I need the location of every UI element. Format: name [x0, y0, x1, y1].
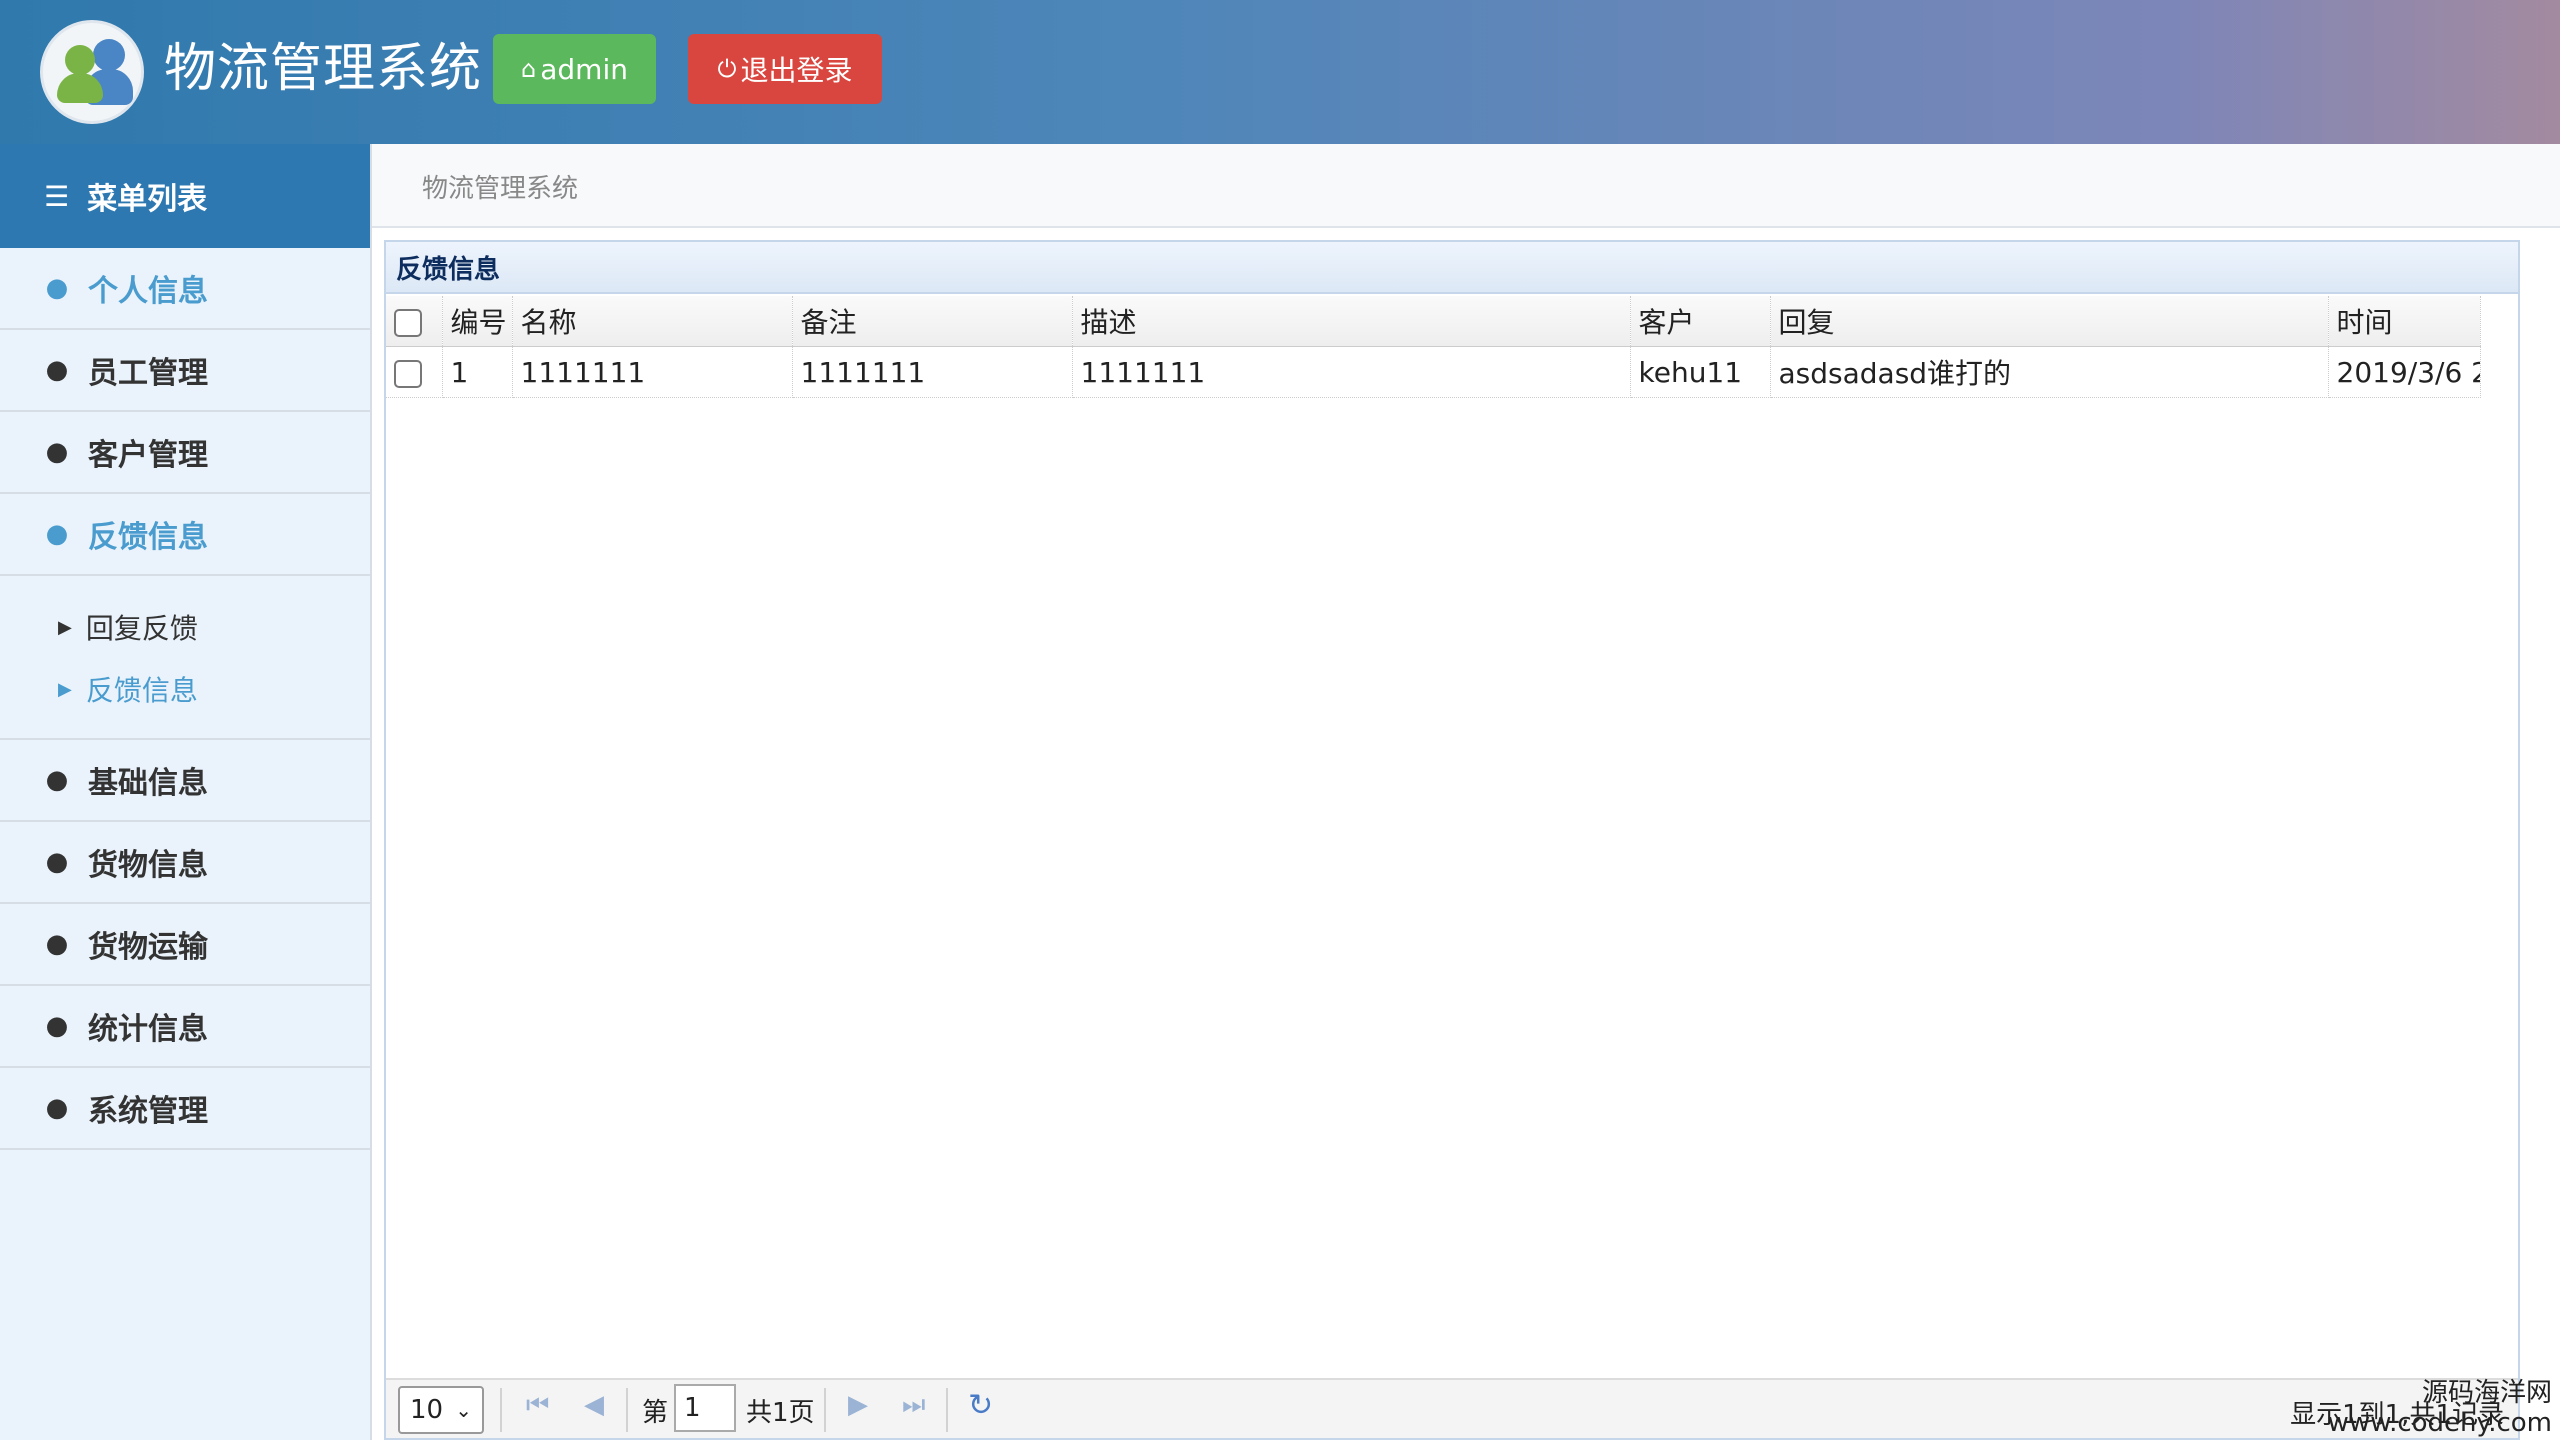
feedback-panel: 反馈信息 编号 名称 备注 描述 客户 回复 时间 1 1111111 1111… — [384, 240, 2520, 1440]
table-row[interactable]: 1 1111111 1111111 1111111 kehu11 asdsada… — [386, 346, 2481, 398]
caret-right-icon: ▶ — [58, 678, 72, 700]
row-checkbox[interactable] — [394, 359, 422, 388]
app-logo — [40, 20, 144, 124]
user-icon: ● — [45, 847, 69, 877]
prev-page-icon[interactable]: ◀ — [584, 1390, 604, 1420]
home-icon: ⌂ — [521, 55, 537, 83]
column-header[interactable]: 名称 — [512, 296, 793, 347]
sidebar-item-label: 统计信息 — [88, 1012, 208, 1047]
submenu-item-reply-feedback[interactable]: ▶ 回复反馈 — [0, 596, 370, 658]
menu-heading: ☰ 菜单列表 — [0, 144, 370, 248]
sidebar-item-customers[interactable]: ● 客户管理 — [0, 412, 370, 494]
sidebar-item-label: 系统管理 — [88, 1094, 208, 1129]
sidebar-item-employees[interactable]: ● 员工管理 — [0, 330, 370, 412]
column-header[interactable]: 描述 — [1072, 296, 1631, 347]
sidebar-item-label: 基础信息 — [88, 766, 208, 801]
page-number-value: 1 — [684, 1393, 701, 1423]
pager-divider — [824, 1388, 826, 1432]
menu-heading-label: 菜单列表 — [87, 182, 208, 217]
app-title: 物流管理系统 — [164, 39, 483, 99]
refresh-icon[interactable]: ↻ — [968, 1388, 993, 1423]
sidebar-item-label: 货物运输 — [88, 930, 208, 965]
panel-title: 反馈信息 — [386, 242, 2518, 294]
watermark-line-2: www.codehy.com — [2327, 1408, 2552, 1438]
user-icon: ● — [45, 929, 69, 959]
user-icon: ● — [45, 765, 69, 795]
sidebar-item-label: 客户管理 — [88, 438, 208, 473]
table-cell: 1111111 — [1072, 346, 1631, 398]
last-page-icon[interactable]: ⏭ — [902, 1390, 925, 1421]
page-total: 共1页 — [746, 1398, 815, 1428]
chevron-down-icon: ⌄ — [455, 1398, 472, 1422]
select-all-checkbox[interactable] — [394, 308, 422, 337]
table-cell: 1 — [442, 346, 513, 398]
table-cell: 2019/3/6 22 — [2328, 346, 2481, 398]
sidebar-item-label: 反馈信息 — [88, 520, 208, 555]
breadcrumb-bar: 物流管理系统 — [372, 144, 2560, 228]
submenu-item-label: 回复反馈 — [85, 612, 198, 645]
table-cell: asdsadasd谁打的 — [1770, 346, 2329, 398]
feedback-submenu: ▶ 回复反馈 ▶ 反馈信息 — [0, 576, 370, 740]
admin-button[interactable]: ⌂ admin — [493, 34, 656, 104]
watermark-line-1: 源码海洋网 — [2421, 1378, 2552, 1408]
page-size-value: 10 — [410, 1395, 444, 1425]
sidebar-item-label: 个人信息 — [88, 274, 208, 309]
sidebar-item-label: 员工管理 — [88, 356, 208, 391]
table-header-row: 编号 名称 备注 描述 客户 回复 时间 — [386, 296, 2481, 347]
table-cell: 1111111 — [792, 346, 1073, 398]
user-icon: ● — [45, 1011, 69, 1041]
user-icon: ● — [45, 1093, 69, 1123]
user-icon: ● — [45, 355, 69, 385]
power-icon: ⏻ — [717, 55, 737, 83]
page-number-input[interactable]: 1 — [674, 1384, 736, 1432]
column-header[interactable]: 编号 — [442, 296, 513, 347]
column-header[interactable]: 客户 — [1630, 296, 1771, 347]
list-icon: ☰ — [44, 179, 70, 213]
caret-right-icon: ▶ — [58, 616, 72, 638]
logout-button-label: 退出登录 — [740, 54, 853, 87]
row-select-cell — [386, 346, 443, 398]
pager-divider — [626, 1388, 628, 1432]
sidebar-item-label: 货物信息 — [88, 848, 208, 883]
column-header[interactable]: 备注 — [792, 296, 1073, 347]
submenu-item-feedback-info[interactable]: ▶ 反馈信息 — [0, 658, 370, 720]
logout-button[interactable]: ⏻ 退出登录 — [688, 34, 882, 104]
user-icon: ● — [45, 273, 69, 303]
sidebar-item-goods[interactable]: ● 货物信息 — [0, 822, 370, 904]
sidebar-item-feedback[interactable]: ● 反馈信息 — [0, 494, 370, 576]
top-header: 物流管理系统 ⌂ admin ⏻ 退出登录 — [0, 0, 2560, 144]
next-page-icon[interactable]: ▶ — [848, 1390, 868, 1420]
sidebar: ☰ 菜单列表 ● 个人信息 ● 员工管理 ● 客户管理 ● 反馈信息 ▶ 回复反… — [0, 144, 372, 1440]
user-icon: ● — [45, 437, 69, 467]
breadcrumb[interactable]: 物流管理系统 — [422, 168, 578, 205]
watermark: 源码海洋网 www.codehy.com — [2328, 1378, 2552, 1438]
pagination-bar: 10 ⌄ ⏮ ◀ 第 1 共1页 ▶ ⏭ ↻ 显示1到1,共1记录 — [386, 1378, 2518, 1438]
first-page-icon[interactable]: ⏮ — [526, 1390, 549, 1421]
sidebar-item-system[interactable]: ● 系统管理 — [0, 1068, 370, 1150]
feedback-table: 编号 名称 备注 描述 客户 回复 时间 1 1111111 1111111 1… — [386, 296, 2481, 398]
pager-divider — [500, 1388, 502, 1432]
admin-button-label: admin — [540, 52, 628, 86]
submenu-item-label: 反馈信息 — [85, 674, 198, 707]
table-cell: kehu11 — [1630, 346, 1771, 398]
page-prefix: 第 — [642, 1398, 669, 1428]
table-cell: 1111111 — [512, 346, 793, 398]
select-all-cell — [386, 296, 443, 347]
pager-divider — [946, 1388, 948, 1432]
sidebar-item-transport[interactable]: ● 货物运输 — [0, 904, 370, 986]
page-size-select[interactable]: 10 ⌄ — [398, 1386, 484, 1434]
sidebar-item-statistics[interactable]: ● 统计信息 — [0, 986, 370, 1068]
user-icon: ● — [45, 519, 69, 549]
sidebar-item-basic-info[interactable]: ● 基础信息 — [0, 740, 370, 822]
column-header[interactable]: 时间 — [2328, 296, 2481, 347]
sidebar-item-profile[interactable]: ● 个人信息 — [0, 248, 370, 330]
column-header[interactable]: 回复 — [1770, 296, 2329, 347]
